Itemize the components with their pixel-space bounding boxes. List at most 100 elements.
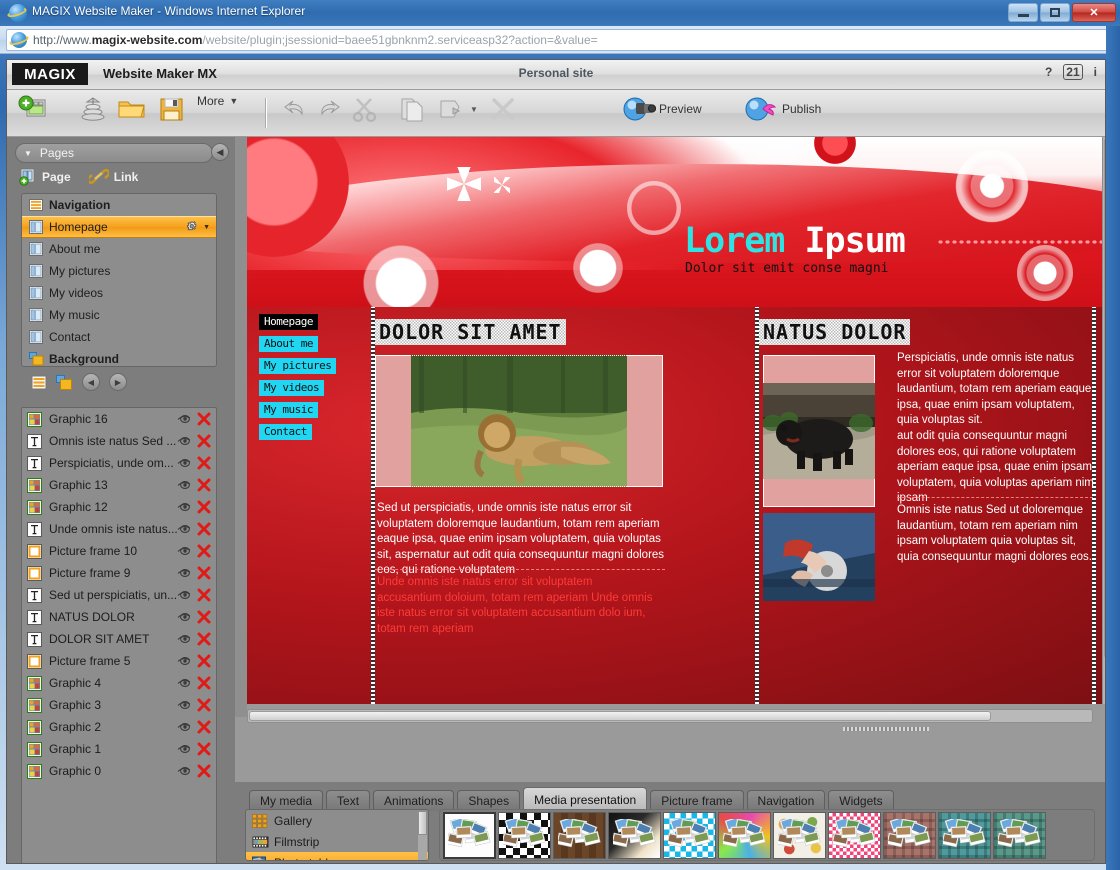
scrollbar-thumb[interactable] [1104,138,1105,658]
delete-layer-icon[interactable] [197,698,211,712]
paste-button[interactable]: ▼ [433,94,478,124]
toggle-visibility-eye-icon[interactable] [177,699,193,711]
layer-row[interactable]: Picture frame 5 [22,650,216,672]
sidebar-item-my-music[interactable]: My music [22,304,216,326]
media-category-tree[interactable]: GalleryFilmstripPhoto tableMedia player [245,809,429,861]
template-thumbnail[interactable] [828,812,881,859]
site-nav-about-me[interactable]: About me [259,336,318,352]
delete-layer-icon[interactable] [197,632,211,646]
delete-layer-icon[interactable] [197,544,211,558]
sidebar-item-my-pictures[interactable]: My pictures [22,260,216,282]
toggle-visibility-eye-icon[interactable] [177,589,193,601]
delete-layer-icon[interactable] [197,742,211,756]
delete-layer-icon[interactable] [197,478,211,492]
publish-button[interactable]: Publish [745,94,821,124]
layer-row[interactable]: Omnis iste natus Sed ... [22,430,216,452]
delete-layer-icon[interactable] [197,654,211,668]
tab-my-media[interactable]: My media [249,790,324,811]
template-thumbnail[interactable] [773,812,826,859]
left-column-paragraph[interactable]: Sed ut perspiciatis, unde omnis iste nat… [377,501,667,579]
template-thumbnail[interactable] [663,812,716,859]
layer-row[interactable]: Graphic 4 [22,672,216,694]
sidebar-item-navigation[interactable]: Navigation [22,194,216,216]
tree-scrollbar[interactable] [418,811,427,860]
delete-layer-icon[interactable] [197,500,211,514]
tab-navigation[interactable]: Navigation [746,790,826,811]
open-button[interactable] [115,94,147,124]
undo-button[interactable] [279,94,311,124]
template-thumbnail[interactable] [608,812,661,859]
hero-banner[interactable]: Lorem Ipsum Dolor sit emit conse magni [247,137,1105,307]
site-nav-contact[interactable]: Contact [259,424,312,440]
add-page-button[interactable]: Page [19,168,71,186]
tab-media-presentation[interactable]: Media presentation [523,787,648,811]
layer-row[interactable]: Graphic 1 [22,738,216,760]
collapse-panel-button[interactable]: ◀ [211,143,229,161]
toggle-visibility-eye-icon[interactable] [177,655,193,667]
delete-layer-icon[interactable] [197,676,211,690]
delete-layer-icon[interactable] [197,610,211,624]
layer-row[interactable]: Graphic 12 [22,496,216,518]
template-thumbnail[interactable] [883,812,936,859]
preview-button[interactable]: Preview [622,94,702,124]
toggle-visibility-eye-icon[interactable] [177,523,193,535]
layers-button[interactable] [77,94,109,124]
template-thumbnail[interactable] [938,812,991,859]
save-button[interactable] [155,94,187,124]
sidebar-item-contact[interactable]: Contact [22,326,216,348]
info-icon[interactable]: i [1094,65,1097,79]
minimize-button[interactable] [1008,3,1038,22]
more-menu-button[interactable]: More ▼ [197,94,238,108]
left-column-paragraph-red[interactable]: Unde omnis iste natus error sit voluptat… [377,575,659,637]
toggle-visibility-eye-icon[interactable] [177,611,193,623]
delete-layer-icon[interactable] [197,764,211,778]
delete-layer-icon[interactable] [197,412,211,426]
layer-row[interactable]: Perspiciatis, unde om... [22,452,216,474]
toggle-visibility-eye-icon[interactable] [177,413,193,425]
delete-layer-icon[interactable] [197,720,211,734]
sidebar-item-homepage[interactable]: Homepage ▼ [22,216,216,238]
toggle-visibility-eye-icon[interactable] [177,677,193,689]
toggle-visibility-eye-icon[interactable] [177,545,193,557]
canvas-vertical-scrollbar[interactable] [1102,137,1105,704]
media-category-photo-table[interactable]: Photo table [246,852,428,860]
page-settings-gear-icon[interactable]: ▼ [185,220,210,235]
sidebar-item-about-me[interactable]: About me [22,238,216,260]
right-column-paragraph-1[interactable]: Perspiciatis, unde omnis iste natus erro… [897,351,1097,429]
toggle-visibility-eye-icon[interactable] [177,743,193,755]
delete-layer-icon[interactable] [197,588,211,602]
layer-row[interactable]: Graphic 3 [22,694,216,716]
media-category-filmstrip[interactable]: Filmstrip [246,831,428,852]
layer-row[interactable]: Graphic 16 [22,408,216,430]
site-nav-my-pictures[interactable]: My pictures [259,358,337,374]
toggle-visibility-eye-icon[interactable] [177,721,193,733]
template-thumbnail[interactable] [993,812,1046,859]
layer-row[interactable]: Sed ut perspiciatis, un... [22,584,216,606]
site-nav-homepage[interactable]: Homepage [259,314,318,330]
delete-layer-icon[interactable] [197,522,211,536]
layers-list[interactable]: Graphic 16 Omnis iste natus Sed ... Perspi… [21,407,217,863]
site-nav-my-music[interactable]: My music [259,402,318,418]
redo-button[interactable] [313,94,345,124]
notifications-badge-icon[interactable]: 21 [1063,64,1083,80]
toggle-visibility-eye-icon[interactable] [177,765,193,777]
toggle-visibility-eye-icon[interactable] [177,567,193,579]
close-button[interactable]: ✕ [1072,3,1116,22]
layer-row[interactable]: Unde omnis iste natus... [22,518,216,540]
toggle-visibility-eye-icon[interactable] [177,435,193,447]
hero-title[interactable]: Lorem Ipsum [684,221,906,261]
next-page-button[interactable]: ▶ [109,373,127,391]
previous-page-button[interactable]: ◀ [82,373,100,391]
bear-photo[interactable] [763,383,875,479]
new-page-button[interactable] [17,94,49,124]
dj-photo[interactable] [763,513,875,601]
cut-button[interactable] [349,94,381,124]
delete-button[interactable] [487,94,519,124]
website-canvas[interactable]: Lorem Ipsum Dolor sit emit conse magni H… [247,137,1105,704]
delete-layer-icon[interactable] [197,456,211,470]
right-column-paragraph-3[interactable]: Omnis iste natus Sed ut doloremque lauda… [897,503,1097,565]
media-category-gallery[interactable]: Gallery [246,810,428,831]
layer-row[interactable]: Picture frame 9 [22,562,216,584]
template-thumbnail-grid[interactable] [439,809,1095,861]
toggle-visibility-eye-icon[interactable] [177,501,193,513]
